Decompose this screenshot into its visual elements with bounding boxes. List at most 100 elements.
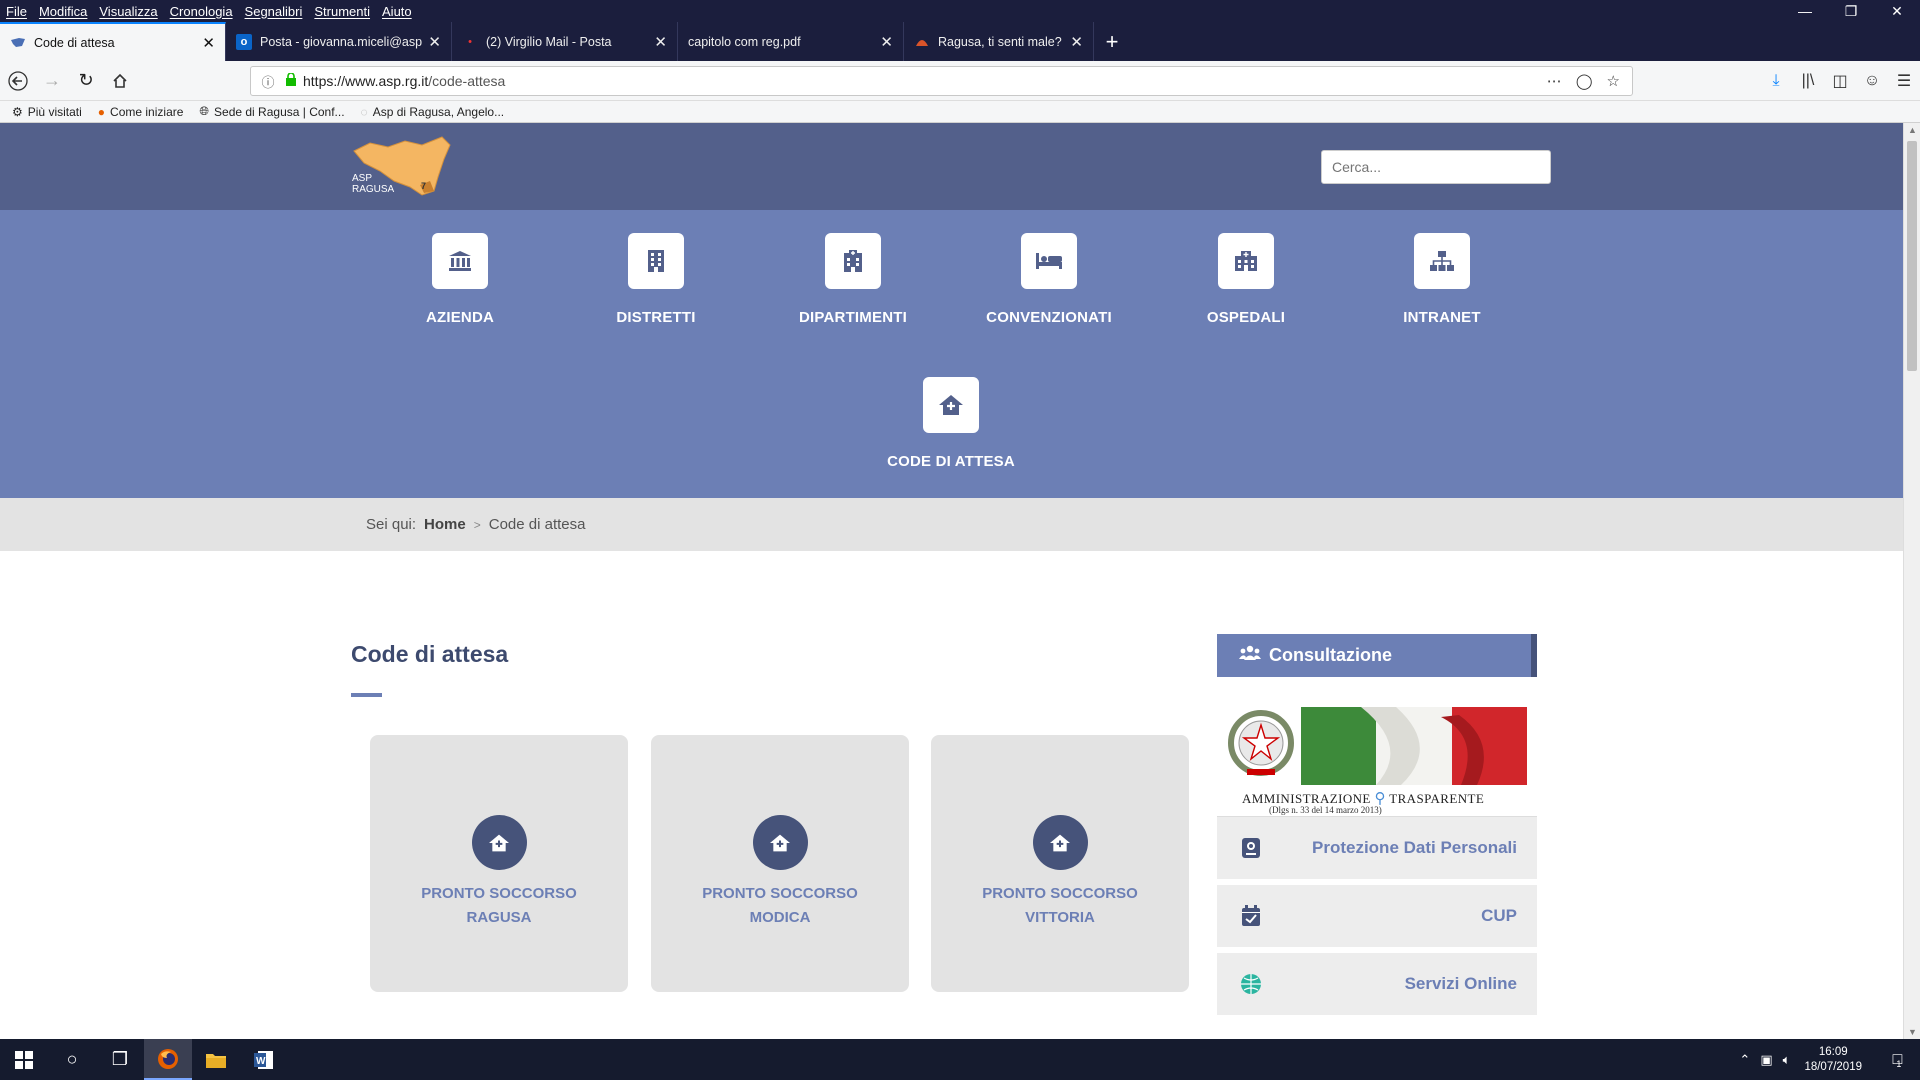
bookmark-label: Asp di Ragusa, Angelo...	[372, 104, 505, 119]
tab-title: capitolo com reg.pdf	[688, 34, 801, 49]
hospital-building-icon	[844, 250, 862, 272]
library-icon[interactable]: ||\	[1792, 72, 1824, 90]
virgilio-dot-icon: •	[468, 35, 472, 48]
close-window-icon[interactable]: ✕	[1874, 0, 1920, 22]
page-scrollbar[interactable]: ▲ ▼	[1903, 123, 1920, 1039]
nav-azienda[interactable]: AZIENDA	[385, 233, 535, 326]
close-tab-icon[interactable]: ✕	[202, 34, 215, 52]
nav-icon-box	[825, 233, 881, 289]
download-icon[interactable]: ⤓	[1760, 72, 1792, 90]
menu-visualizza[interactable]: Visualizza	[93, 4, 163, 19]
notification-center-icon[interactable]: □1	[1880, 1051, 1920, 1069]
cortana-search-icon[interactable]: ○	[48, 1039, 96, 1080]
taskbar-file-explorer-icon[interactable]	[192, 1039, 240, 1080]
tab-code-di-attesa[interactable]: Code di attesa ✕	[0, 22, 226, 61]
card-pronto-soccorso-modica[interactable]: PRONTO SOCCORSO MODICA	[651, 735, 909, 992]
amministrazione-trasparente-banner[interactable]: AMMINISTRAZIONE ⚲ TRASPARENTE (Dlgs n. 3…	[1217, 707, 1537, 817]
card-pronto-soccorso-ragusa[interactable]: PRONTO SOCCORSO RAGUSA	[370, 735, 628, 992]
bookmark-asp-ragusa[interactable]: ◌ Asp di Ragusa, Angelo...	[361, 105, 505, 119]
nav-ospedali[interactable]: OSPEDALI	[1171, 233, 1321, 326]
page-viewport: 7 ASP RAGUSA AZIENDA DISTRETTI DIP	[0, 123, 1903, 1039]
account-icon[interactable]: ☺	[1856, 72, 1888, 90]
back-button[interactable]	[2, 65, 34, 97]
taskbar-clock[interactable]: 16:09 18/07/2019	[1804, 1045, 1862, 1075]
nav-distretti[interactable]: DISTRETTI	[581, 233, 731, 326]
bookmark-come-iniziare[interactable]: ● Come iniziare	[98, 105, 184, 119]
hamburger-menu-icon[interactable]: ☰	[1888, 71, 1920, 91]
lock-icon[interactable]	[285, 72, 297, 89]
nav-intranet[interactable]: INTRANET	[1367, 233, 1517, 326]
windows-start-icon[interactable]	[0, 1039, 48, 1080]
menu-file[interactable]: File	[0, 4, 33, 19]
forward-button[interactable]: →	[36, 65, 68, 97]
task-view-icon[interactable]: ❐	[96, 1039, 144, 1080]
search-input[interactable]	[1321, 150, 1551, 184]
volume-icon[interactable]: 🔈︎	[1783, 1052, 1791, 1068]
page-actions-icon[interactable]: ⋯	[1547, 72, 1562, 90]
sidebar-item-cup[interactable]: CUP	[1217, 885, 1537, 948]
globe-icon: 🌐︎	[199, 104, 210, 118]
sicily-favicon-icon	[10, 35, 26, 51]
close-tab-icon[interactable]: ✕	[1070, 33, 1083, 51]
pocket-icon[interactable]: ◯	[1576, 72, 1593, 90]
tab-title: Code di attesa	[34, 35, 115, 50]
close-tab-icon[interactable]: ✕	[880, 33, 893, 51]
card-pronto-soccorso-vittoria[interactable]: PRONTO SOCCORSO VITTORIA	[931, 735, 1189, 992]
sidebar-item-label: Protezione Dati Personali	[1312, 838, 1517, 857]
breadcrumb-home-link[interactable]: Home	[424, 516, 466, 533]
close-tab-icon[interactable]: ✕	[654, 33, 667, 51]
page-title: Code di attesa	[351, 641, 509, 667]
card-label-line1: PRONTO SOCCORSO	[421, 885, 577, 902]
tab-title: Ragusa, ti senti male? Scegli il P	[938, 34, 1064, 49]
logo-badge: 7	[421, 181, 427, 191]
menu-strumenti[interactable]: Strumenti	[308, 4, 376, 19]
outlook-icon: o	[236, 33, 252, 50]
scroll-up-icon[interactable]: ▲	[1904, 125, 1920, 135]
sidebar-item-protezione-dati[interactable]: Protezione Dati Personali	[1217, 817, 1537, 880]
reload-button[interactable]: ↻	[70, 65, 102, 97]
info-icon[interactable]: ⓘ	[257, 72, 279, 91]
restore-icon[interactable]: ❐	[1828, 0, 1874, 22]
tab-virgilio[interactable]: • (2) Virgilio Mail - Posta ✕	[452, 22, 678, 61]
nav-dipartimenti[interactable]: DIPARTIMENTI	[778, 233, 928, 326]
window-controls: — ❐ ✕	[1782, 0, 1920, 22]
url-bar[interactable]: ⓘ https://www.asp.rg.it /code-attesa ⋯ ◯…	[250, 66, 1633, 96]
notification-count: 1	[1896, 1058, 1902, 1069]
scrollbar-thumb[interactable]	[1907, 141, 1917, 371]
star-bookmark-icon[interactable]: ☆	[1607, 72, 1620, 90]
card-icon-circle	[471, 815, 527, 870]
taskbar-firefox-icon[interactable]	[144, 1039, 192, 1080]
sidebar-toggle-icon[interactable]: ◫	[1824, 71, 1856, 91]
network-icon[interactable]: ▣	[1760, 1052, 1772, 1068]
close-tab-icon[interactable]: ✕	[428, 33, 441, 51]
home-button[interactable]	[104, 65, 136, 97]
card-label: PRONTO SOCCORSO RAGUSA	[421, 882, 577, 930]
bookmark-piu-visitati[interactable]: ⚙ Più visitati	[12, 105, 82, 119]
bank-icon	[449, 251, 471, 271]
trasparente-title-2: TRASPARENTE	[1389, 791, 1485, 806]
card-label-line2: RAGUSA	[466, 909, 532, 926]
tab-ragusa-news[interactable]: Ragusa, ti senti male? Scegli il P ✕	[904, 22, 1094, 61]
menu-cronologia[interactable]: Cronologia	[164, 4, 239, 19]
tab-pdf[interactable]: capitolo com reg.pdf ✕	[678, 22, 904, 61]
calendar-check-icon	[1237, 905, 1265, 927]
bookmark-sede-ragusa[interactable]: 🌐︎ Sede di Ragusa | Conf...	[199, 104, 344, 119]
nav-icon-box	[1414, 233, 1470, 289]
italian-republic-emblem-icon	[1228, 710, 1294, 776]
title-underline	[351, 693, 382, 697]
minimize-icon[interactable]: —	[1782, 0, 1828, 22]
menu-segnalibri[interactable]: Segnalibri	[239, 4, 309, 19]
menu-aiuto[interactable]: Aiuto	[376, 4, 418, 19]
clock-date: 18/07/2019	[1804, 1060, 1862, 1073]
taskbar-word-icon[interactable]: W	[240, 1039, 288, 1080]
news-icon	[914, 34, 930, 50]
menu-modifica[interactable]: Modifica	[33, 4, 93, 19]
sidebar-item-servizi-online[interactable]: Servizi Online	[1217, 953, 1537, 1016]
tray-chevron-up-icon[interactable]: ⌃	[1739, 1052, 1750, 1068]
nav-convenzionati[interactable]: CONVENZIONATI	[974, 233, 1124, 326]
tab-posta[interactable]: o Posta - giovanna.miceli@asp.r ✕	[226, 22, 452, 61]
nav-code-di-attesa[interactable]: CODE DI ATTESA	[876, 377, 1026, 470]
scroll-down-icon[interactable]: ▼	[1904, 1027, 1920, 1037]
new-tab-button[interactable]: +	[1094, 22, 1130, 61]
sidebar-title: Consultazione	[1269, 645, 1393, 665]
